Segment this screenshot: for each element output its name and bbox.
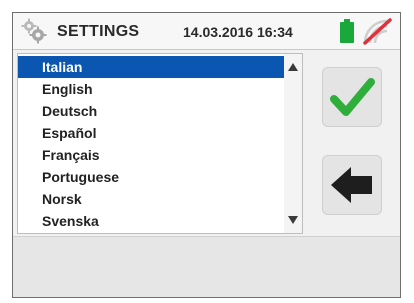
page-title: SETTINGS [57, 23, 140, 40]
back-button[interactable] [322, 155, 382, 215]
battery-icon [340, 19, 354, 43]
language-item-espanol[interactable]: Español [18, 122, 286, 144]
date-time: 14.03.2016 16:34 [183, 24, 293, 40]
scroll-up-arrow-icon[interactable] [287, 62, 299, 72]
language-item-deutsch[interactable]: Deutsch [18, 100, 286, 122]
language-item-francais[interactable]: Français [18, 144, 286, 166]
language-list[interactable]: Italian English Deutsch Español Français… [17, 53, 303, 234]
no-signal-icon [363, 18, 392, 45]
language-item-portuguese[interactable]: Portuguese [18, 166, 286, 188]
settings-screen: SETTINGS 14.03.2016 16:34 Italian Englis… [12, 12, 401, 298]
language-item-italian[interactable]: Italian [18, 56, 286, 78]
language-items: Italian English Deutsch Español Français… [18, 56, 286, 232]
action-panel [307, 53, 399, 234]
header-bar: SETTINGS 14.03.2016 16:34 [13, 13, 400, 50]
footer-area [13, 236, 400, 297]
confirm-button[interactable] [322, 67, 382, 127]
language-item-english[interactable]: English [18, 78, 286, 100]
language-item-norsk[interactable]: Norsk [18, 188, 286, 210]
scroll-down-arrow-icon[interactable] [287, 215, 299, 225]
language-item-svenska[interactable]: Svenska [18, 210, 286, 232]
checkmark-icon [330, 78, 375, 116]
arrow-left-icon [331, 167, 372, 203]
list-scrollbar[interactable] [284, 54, 302, 233]
gear-icon [21, 18, 47, 44]
